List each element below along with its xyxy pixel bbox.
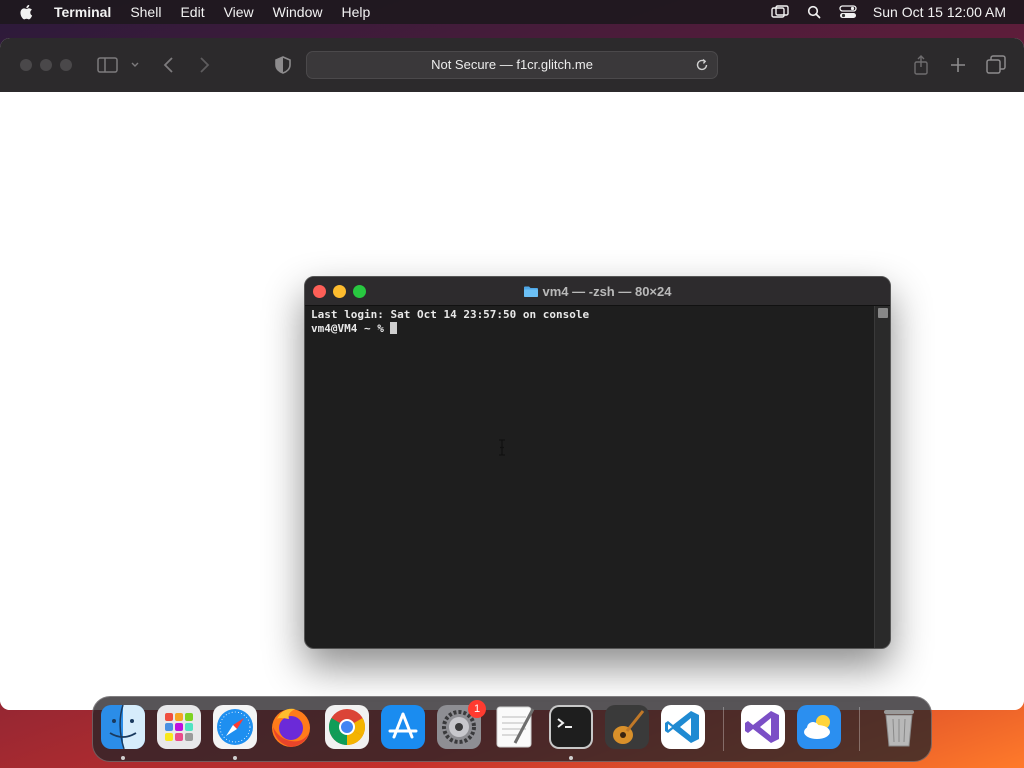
privacy-shield-icon[interactable] [274, 55, 292, 75]
dock: 1 [92, 696, 932, 762]
minimize-window-button[interactable] [40, 59, 52, 71]
dock-terminal[interactable] [549, 705, 593, 749]
dock-garageband[interactable] [605, 705, 649, 749]
dock-separator [723, 707, 724, 751]
terminal-title-text: vm4 — -zsh — 80×24 [542, 284, 672, 299]
menu-help[interactable]: Help [341, 0, 370, 24]
chevron-down-icon[interactable] [130, 55, 140, 75]
reload-icon[interactable] [695, 58, 709, 72]
forward-button[interactable] [197, 55, 211, 75]
dock-visual-studio[interactable] [741, 705, 785, 749]
share-icon[interactable] [912, 55, 930, 75]
spotlight-icon[interactable] [805, 5, 823, 19]
address-bar-text: Not Secure — f1cr.glitch.me [431, 57, 593, 72]
terminal-scrollbar[interactable] [874, 306, 890, 648]
terminal-cursor [390, 322, 398, 334]
launchpad-icon [157, 705, 201, 749]
new-tab-icon[interactable] [949, 55, 967, 75]
firefox-icon [272, 708, 310, 747]
folder-icon [523, 286, 538, 297]
finder-icon [101, 705, 145, 749]
textedit-icon [496, 706, 535, 748]
running-indicator [569, 756, 573, 760]
dock-vscode[interactable] [661, 705, 705, 749]
back-button[interactable] [162, 55, 176, 75]
dock-trash[interactable] [877, 705, 921, 749]
screen-mirroring-icon[interactable] [771, 5, 789, 19]
safari-icon [213, 705, 257, 749]
terminal-title: vm4 — -zsh — 80×24 [305, 277, 890, 306]
app-store-icon [381, 705, 425, 749]
dock-textedit[interactable] [493, 705, 537, 749]
scrollbar-thumb[interactable] [878, 308, 888, 318]
sidebar-icon[interactable] [97, 55, 119, 75]
chrome-icon [325, 705, 369, 749]
safari-toolbar: Not Secure — f1cr.glitch.me [0, 38, 1024, 92]
menu-bar: Terminal Shell Edit View Window Help Sun… [0, 0, 1024, 24]
apple-menu-icon[interactable] [18, 3, 36, 21]
dock-launchpad[interactable] [157, 705, 201, 749]
dock-finder[interactable] [101, 705, 145, 749]
menu-shell[interactable]: Shell [130, 0, 161, 24]
terminal-line-last-login: Last login: Sat Oct 14 23:57:50 on conso… [311, 308, 590, 321]
terminal-title-bar[interactable]: vm4 — -zsh — 80×24 [305, 277, 890, 306]
weather-icon [797, 705, 841, 749]
terminal-window: vm4 — -zsh — 80×24 Last login: Sat Oct 1… [304, 276, 891, 649]
terminal-icon [549, 705, 593, 749]
garageband-icon [605, 705, 649, 749]
running-indicator [233, 756, 237, 760]
dock-system-settings[interactable]: 1 [437, 700, 486, 749]
ibeam-cursor-icon [499, 439, 505, 456]
app-menu-terminal[interactable]: Terminal [54, 0, 111, 24]
dock-weather[interactable] [797, 705, 841, 749]
zoom-window-button[interactable] [60, 59, 72, 71]
visual-studio-icon [741, 705, 785, 749]
terminal-output[interactable]: Last login: Sat Oct 14 23:57:50 on conso… [305, 306, 874, 648]
menu-view[interactable]: View [224, 0, 254, 24]
address-bar[interactable]: Not Secure — f1cr.glitch.me [306, 51, 718, 79]
vscode-icon [661, 705, 705, 749]
menu-edit[interactable]: Edit [180, 0, 204, 24]
running-indicator [121, 756, 125, 760]
dock-firefox[interactable] [269, 705, 313, 749]
terminal-prompt-line[interactable]: vm4@VM4 ~ % [311, 322, 868, 336]
notification-badge: 1 [468, 700, 486, 718]
dock-separator [859, 707, 860, 751]
control-center-icon[interactable] [839, 5, 857, 19]
close-window-button[interactable] [20, 59, 32, 71]
dock-chrome[interactable] [325, 705, 369, 749]
dock-app-store[interactable] [381, 705, 425, 749]
menu-window[interactable]: Window [273, 0, 323, 24]
tab-overview-icon[interactable] [986, 55, 1006, 75]
trash-icon [884, 710, 914, 747]
window-controls [20, 59, 80, 71]
terminal-prompt: vm4@VM4 ~ % [311, 322, 391, 335]
menu-bar-clock[interactable]: Sun Oct 15 12:00 AM [873, 4, 1006, 20]
dock-safari[interactable] [213, 705, 257, 749]
